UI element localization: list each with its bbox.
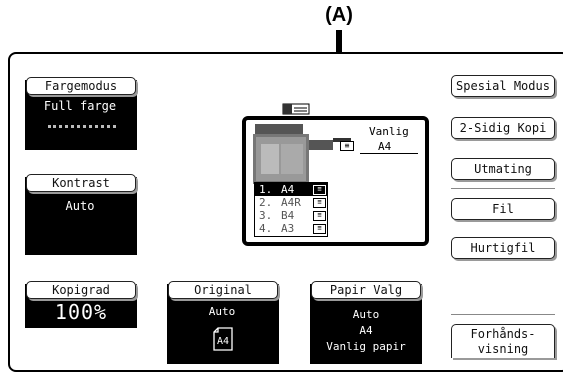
original-value: Auto bbox=[208, 305, 236, 318]
tray-paper-size: A4 bbox=[378, 140, 392, 153]
callout-label: (A) bbox=[325, 4, 353, 26]
file-button[interactable]: Fil bbox=[451, 198, 555, 220]
tray-row-3[interactable]: 3. B4 ≡ bbox=[255, 209, 327, 222]
contrast-value: Auto bbox=[65, 199, 95, 213]
original-button[interactable]: Original bbox=[168, 281, 278, 299]
tray-row-1[interactable]: 1. A4 ≡ bbox=[255, 183, 327, 196]
tray-paper-icon: ≡ bbox=[313, 210, 326, 221]
tray-size: A4R bbox=[281, 196, 301, 209]
output-button[interactable]: Utmating bbox=[451, 158, 555, 180]
tray-paper-icon: ≡ bbox=[313, 223, 326, 234]
tray-row-4[interactable]: 4. A3 ≡ bbox=[255, 222, 327, 235]
copy-ratio-button[interactable]: Kopigrad bbox=[26, 281, 136, 299]
tray-number: 4. bbox=[259, 222, 273, 235]
tray-number: 3. bbox=[259, 209, 273, 222]
preview-button[interactable]: Forhånds- visning bbox=[451, 324, 555, 358]
tray-paper-icon: ≡ bbox=[313, 197, 326, 208]
preview-label-line2: visning bbox=[477, 341, 529, 356]
preview-label-line1: Forhånds- bbox=[470, 327, 536, 342]
original-feed-icon bbox=[282, 100, 310, 115]
quick-file-button[interactable]: Hurtigfil bbox=[451, 237, 555, 259]
tray-paper-type: Vanlig bbox=[369, 125, 409, 138]
tray-size: B4 bbox=[281, 209, 295, 222]
duplex-copy-button[interactable]: 2-Sidig Kopi bbox=[451, 117, 555, 139]
right-separator-2 bbox=[451, 314, 555, 315]
paper-tray-icon: ≡ bbox=[340, 141, 354, 151]
tray-size: A4 bbox=[281, 183, 295, 196]
tray-number: 2. bbox=[259, 196, 273, 209]
original-paper-size: A4 bbox=[216, 336, 230, 347]
copy-ratio-value: 100% bbox=[54, 300, 108, 324]
tray-number: 1. bbox=[259, 183, 273, 196]
right-separator-1 bbox=[451, 188, 555, 189]
paper-select-button[interactable]: Papir Valg bbox=[311, 281, 421, 299]
special-modes-button[interactable]: Spesial Modus bbox=[451, 75, 555, 97]
tray-paper-icon: ≡ bbox=[313, 184, 326, 195]
tray-underline bbox=[360, 153, 418, 154]
tray-row-2[interactable]: 2. A4R ≡ bbox=[255, 196, 327, 209]
tray-size: A3 bbox=[281, 222, 295, 235]
copier-illustration bbox=[253, 122, 353, 184]
tray-list: 1. A4 ≡ 2. A4R ≡ 3. B4 ≡ 4. A3 ≡ bbox=[254, 182, 328, 237]
color-mode-button[interactable]: Fargemodus bbox=[26, 77, 136, 95]
color-level-indicator bbox=[48, 125, 116, 128]
color-mode-value: Full farge bbox=[43, 99, 117, 113]
contrast-button[interactable]: Kontrast bbox=[26, 174, 136, 192]
paper-select-auto: Auto bbox=[352, 308, 380, 321]
paper-select-size: A4 bbox=[359, 324, 373, 337]
paper-select-type: Vanlig papir bbox=[326, 340, 406, 353]
